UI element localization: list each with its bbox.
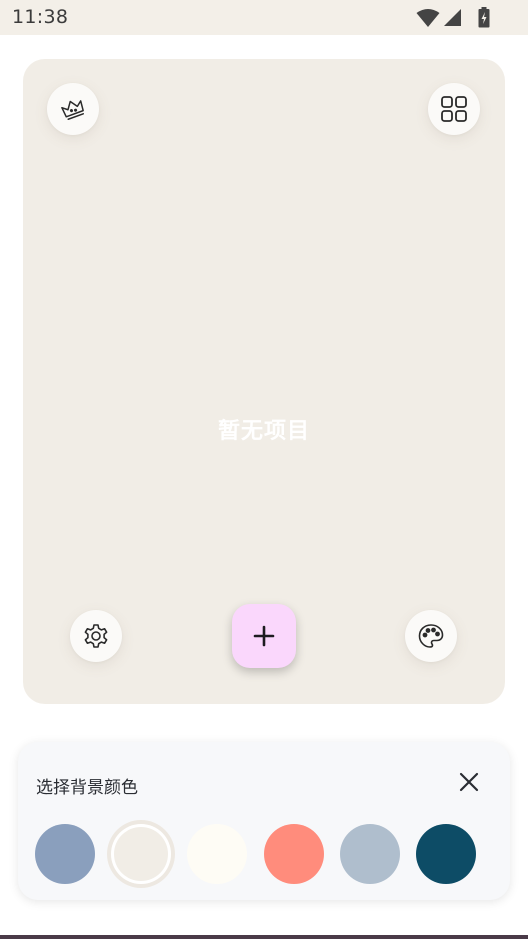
wifi-icon (416, 9, 440, 27)
screen: 11:38 暂无项目 选择背景颜色 (0, 0, 528, 939)
plus-icon (253, 625, 275, 647)
color-swatch[interactable] (111, 824, 171, 884)
grid-view-button[interactable] (428, 83, 480, 135)
status-time: 11:38 (12, 6, 69, 28)
color-swatch[interactable] (187, 824, 247, 884)
signal-icon (444, 9, 461, 26)
battery-charging-icon (478, 7, 490, 28)
main-card: 暂无项目 (23, 59, 505, 704)
close-icon (459, 772, 479, 792)
empty-state-text: 暂无项目 (217, 419, 310, 444)
nav-handle-bar (0, 935, 528, 939)
sheet-title: 选择背景颜色 (36, 778, 138, 798)
grid-icon (441, 96, 467, 122)
palette-icon (418, 624, 444, 648)
add-item-button[interactable] (232, 604, 296, 668)
background-color-sheet: 选择背景颜色 (18, 742, 510, 900)
color-swatch[interactable] (340, 824, 400, 884)
color-swatch[interactable] (264, 824, 324, 884)
crown-icon (61, 100, 85, 121)
color-swatch[interactable] (416, 824, 476, 884)
settings-button[interactable] (70, 610, 122, 662)
crown-button[interactable] (47, 83, 99, 135)
gear-icon (84, 624, 108, 648)
status-bar: 11:38 (0, 0, 528, 35)
palette-button[interactable] (405, 610, 457, 662)
color-swatch[interactable] (35, 824, 95, 884)
close-sheet-button[interactable] (455, 768, 483, 796)
